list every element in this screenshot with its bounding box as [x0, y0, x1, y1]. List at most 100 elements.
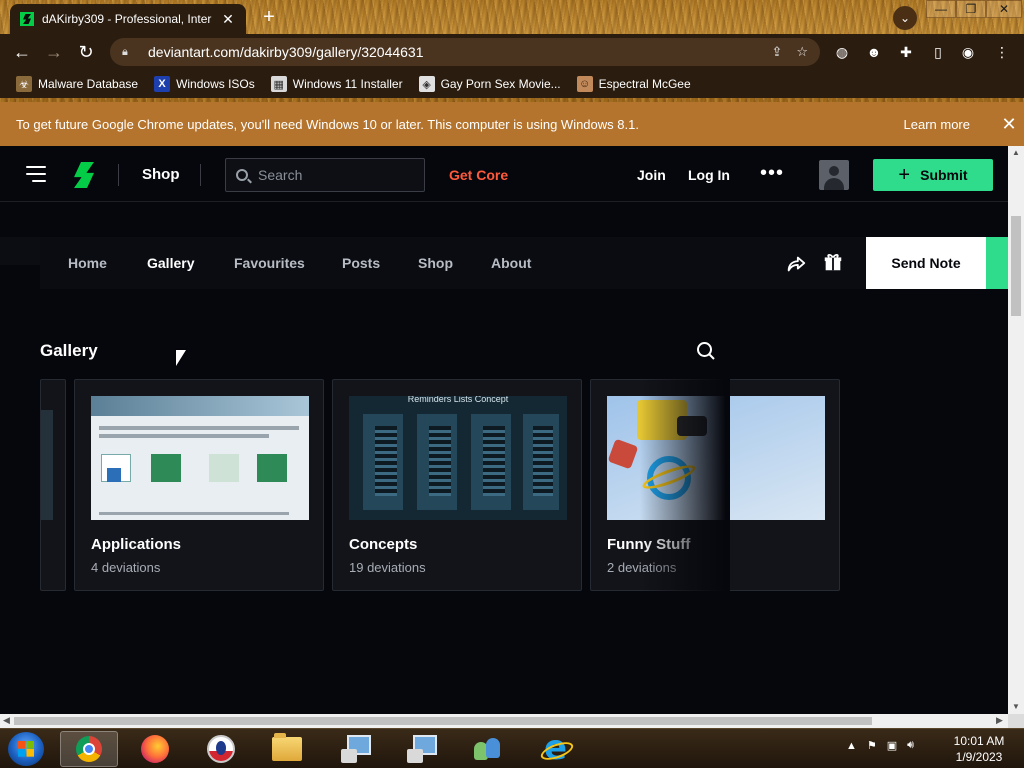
gallery-folder-concepts[interactable]: Reminders Lists Concept Concepts 19 devi…	[332, 379, 582, 591]
bookmark-star-icon[interactable]: ☆	[796, 44, 808, 60]
more-options-icon[interactable]: •••	[760, 162, 784, 185]
infobar-close-icon[interactable]: ✕	[994, 114, 1024, 135]
window-close-icon[interactable]: ✕	[986, 0, 1022, 18]
new-tab-icon[interactable]: +	[258, 6, 280, 29]
join-link[interactable]: Join	[637, 167, 666, 183]
url-text: deviantart.com/dakirby309/gallery/320446…	[148, 44, 424, 60]
people-icon	[472, 736, 502, 762]
taskbar-people[interactable]	[458, 731, 516, 767]
avatar[interactable]	[819, 160, 849, 190]
scroll-thumb[interactable]	[14, 717, 872, 725]
tab-home[interactable]: Home	[68, 255, 107, 271]
profile-subnav: Home Gallery Favourites Posts Shop About…	[40, 237, 1008, 289]
scroll-thumb[interactable]	[1011, 216, 1021, 316]
media-icon: ◈	[418, 76, 435, 92]
tab-shop[interactable]: Shop	[418, 255, 453, 271]
deviantart-favicon-icon	[20, 12, 34, 26]
network-icon[interactable]: ▣	[887, 739, 897, 752]
tab-close-icon[interactable]: ✕	[220, 11, 236, 28]
internet-explorer-icon	[540, 728, 570, 768]
taskbar-chrome[interactable]	[60, 731, 118, 767]
bookmark-espectral-mcgee[interactable]: ☺ Espectral McGee	[576, 76, 691, 92]
carousel-fade	[640, 379, 730, 591]
vertical-scrollbar[interactable]: ▲ ▼	[1008, 146, 1024, 714]
deviantart-logo-icon[interactable]	[74, 162, 94, 188]
scroll-left-icon[interactable]: ◀	[3, 715, 10, 726]
folder-name: Applications	[91, 536, 182, 553]
bookmark-label: Gay Porn Sex Movie...	[440, 77, 561, 91]
chrome-icon	[76, 736, 102, 762]
taskbar-obama-app[interactable]	[192, 731, 250, 767]
banner-edge	[0, 237, 40, 265]
tab-search-chevron-icon[interactable]: ⌄	[893, 6, 917, 30]
extensions-puzzle-icon[interactable]: ✚	[896, 42, 916, 62]
profile-icon[interactable]: ◉	[958, 42, 978, 62]
send-note-button[interactable]: Send Note	[866, 237, 986, 289]
address-bar[interactable]: 🔒︎ deviantart.com/dakirby309/gallery/320…	[110, 38, 820, 66]
show-hidden-icons-icon[interactable]: ▲	[846, 740, 857, 752]
bookmark-label: Espectral McGee	[598, 77, 691, 91]
tab-posts[interactable]: Posts	[342, 255, 380, 271]
action-center-flag-icon[interactable]: ⚑	[867, 739, 877, 752]
bookmark-label: Windows ISOs	[176, 77, 255, 91]
clock[interactable]: 10:01 AM 1/9/2023	[944, 733, 1014, 765]
gallery-folder-applications[interactable]: Applications 4 deviations	[74, 379, 324, 591]
extension-avatar-icon[interactable]: ☻	[864, 42, 884, 62]
clock-date: 1/9/2023	[955, 750, 1003, 764]
setup-computer-icon	[341, 735, 371, 763]
restore-icon[interactable]: ❐	[956, 0, 986, 18]
taskbar-firefox[interactable]	[126, 731, 184, 767]
side-panel-icon[interactable]: ▯	[928, 42, 948, 62]
scroll-up-icon[interactable]: ▲	[1012, 148, 1020, 157]
folder-icon	[272, 733, 302, 761]
start-button-icon[interactable]	[8, 732, 44, 766]
chrome-menu-icon[interactable]: ⋮	[992, 42, 1012, 62]
taskbar-file-explorer[interactable]	[258, 731, 316, 767]
extension-globe-icon[interactable]: ◍	[832, 42, 852, 62]
minimize-icon[interactable]: —	[926, 0, 956, 18]
search-input[interactable]	[258, 167, 418, 183]
login-link[interactable]: Log In	[688, 167, 730, 183]
tab-title: dAKirby309 - Professional, Inter	[42, 12, 212, 26]
scroll-right-icon[interactable]: ▶	[996, 715, 1003, 726]
thumbnail	[41, 410, 53, 520]
bookmark-malware-database[interactable]: ☣ Malware Database	[16, 76, 138, 92]
taskbar-internet-explorer[interactable]	[526, 728, 584, 768]
installer-icon: ▦	[270, 76, 287, 92]
horizontal-scrollbar[interactable]: ◀ ▶	[0, 714, 1008, 728]
header-shop-link[interactable]: Shop	[142, 166, 180, 183]
search-box[interactable]	[225, 158, 425, 192]
thumbnail-caption: Reminders Lists Concept	[407, 396, 509, 404]
submit-button[interactable]: + Submit	[873, 159, 993, 191]
volume-icon[interactable]: 🔊︎	[907, 739, 914, 752]
tab-favourites[interactable]: Favourites	[234, 255, 305, 271]
folder-thumbnail: Reminders Lists Concept	[349, 396, 567, 520]
firefox-icon	[141, 735, 169, 763]
forward-arrow-icon[interactable]: →	[42, 41, 66, 63]
bookmark-windows-isos[interactable]: X Windows ISOs	[154, 76, 255, 92]
gift-icon[interactable]	[822, 251, 844, 273]
search-icon	[236, 169, 248, 181]
learn-more-link[interactable]: Learn more	[904, 117, 970, 132]
get-core-link[interactable]: Get Core	[449, 167, 508, 183]
share-icon[interactable]	[785, 253, 807, 275]
scroll-down-icon[interactable]: ▼	[1012, 702, 1020, 711]
gallery-search-icon[interactable]	[696, 341, 716, 361]
bookmark-windows-11-installer[interactable]: ▦ Windows 11 Installer	[270, 76, 403, 92]
share-page-icon[interactable]: ⇪	[771, 44, 782, 60]
bookmark-media-site[interactable]: ◈ Gay Porn Sex Movie...	[418, 76, 561, 92]
reload-icon[interactable]: ↻	[74, 41, 98, 63]
browser-tab[interactable]: dAKirby309 - Professional, Inter ✕	[10, 4, 246, 34]
back-arrow-icon[interactable]: ←	[10, 41, 34, 63]
tab-about[interactable]: About	[491, 255, 531, 271]
folder-count: 19 deviations	[349, 560, 426, 575]
taskbar-setup-2[interactable]	[392, 731, 450, 767]
tab-gallery[interactable]: Gallery	[147, 255, 194, 271]
menu-hamburger-icon[interactable]	[26, 166, 46, 182]
malware-icon: ☣	[16, 76, 32, 92]
taskbar-setup-1[interactable]	[326, 731, 384, 767]
gallery-folder-partial[interactable]	[40, 379, 66, 591]
scroll-corner	[1008, 714, 1024, 728]
mouse-cursor	[176, 350, 186, 366]
update-infobar: To get future Google Chrome updates, you…	[0, 102, 1024, 146]
